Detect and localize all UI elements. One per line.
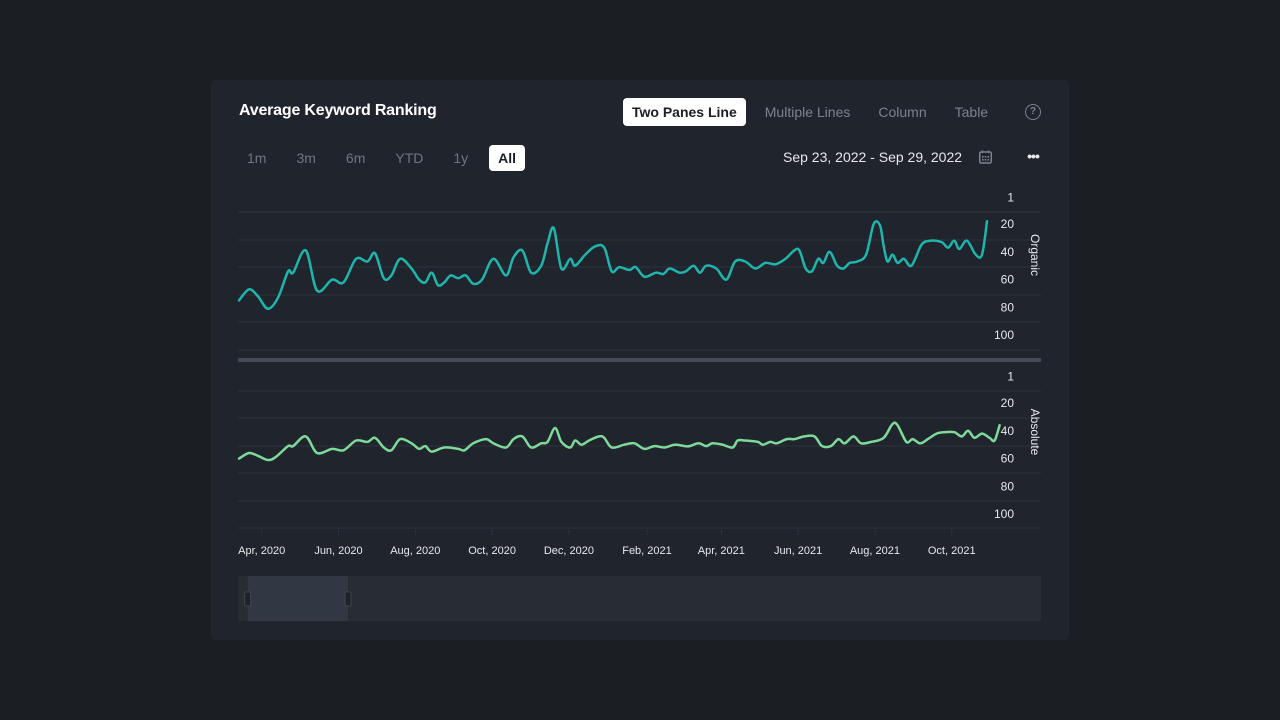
pane-separator[interactable]	[238, 358, 1041, 362]
absolute-y-axis: 1 20 40 60 80 100	[994, 370, 1014, 522]
y-tick-label: 20	[1001, 217, 1015, 231]
navigator-track	[238, 576, 1041, 621]
y-tick-label: 80	[1001, 479, 1015, 493]
absolute-axis-title: Absolute	[1028, 409, 1042, 456]
y-tick-label: 100	[994, 328, 1014, 342]
x-tick-label: Aug, 2021	[850, 545, 900, 557]
organic-series-line	[237, 219, 989, 311]
two-pane-line-chart: 120406080100 120406080100 Organic Absolu…	[237, 191, 1042, 621]
organic-pane-grid	[238, 211, 1041, 351]
absolute-series-line	[237, 421, 1001, 462]
y-tick-label: 20	[1001, 396, 1015, 410]
organic-axis-title: Organic	[1028, 234, 1042, 276]
y-tick-label: 60	[1001, 452, 1015, 466]
x-tick-label: Dec, 2020	[544, 545, 594, 557]
absolute-pane-grid	[238, 390, 1041, 529]
x-tick-label: Oct, 2021	[928, 545, 976, 557]
x-tick-label: Apr, 2020	[238, 545, 285, 557]
y-tick-label: 1	[1007, 370, 1014, 384]
y-tick-label: 40	[1001, 245, 1015, 259]
x-tick-label: Jun, 2020	[314, 545, 362, 557]
x-tick-label: Jun, 2021	[774, 545, 822, 557]
x-tick-label: Aug, 2020	[390, 545, 440, 557]
y-tick-label: 80	[1001, 300, 1015, 314]
navigator-handle-right[interactable]	[344, 591, 352, 607]
range-navigator	[238, 576, 1041, 621]
x-axis: Apr, 2020 Jun, 2020 Aug, 2020 Oct, 2020 Dec,…	[238, 528, 976, 557]
y-tick-label: 100	[994, 507, 1014, 521]
y-tick-label: 1	[1007, 191, 1014, 205]
organic-y-axis: 1 20 40 60 80 100	[994, 191, 1014, 343]
navigator-handle-left[interactable]	[244, 591, 252, 607]
keyword-ranking-card: Average Keyword Ranking Two Panes Line M…	[211, 80, 1069, 640]
navigator-window[interactable]	[247, 576, 349, 621]
x-tick-label: Oct, 2020	[468, 545, 516, 557]
y-tick-label: 40	[1001, 424, 1015, 438]
y-tick-label: 60	[1001, 273, 1015, 287]
x-tick-label: Feb, 2021	[622, 545, 672, 557]
x-tick-label: Apr, 2021	[698, 545, 745, 557]
